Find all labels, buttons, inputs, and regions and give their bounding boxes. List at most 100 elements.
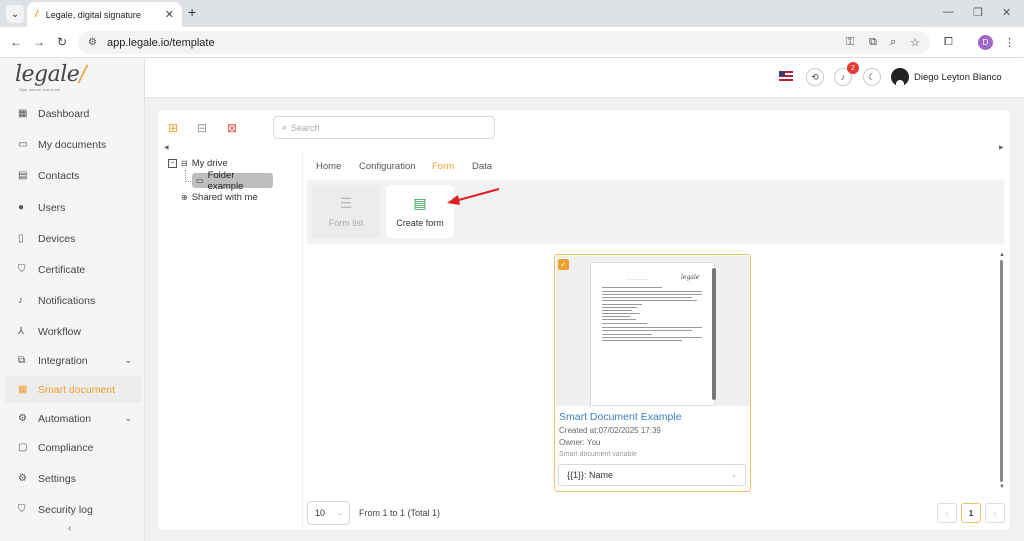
site-info-icon[interactable]: ⚙	[88, 37, 97, 48]
new-folder-icon[interactable]: ⊞	[168, 121, 178, 135]
sidebar-item-devices[interactable]: ▯ Devices	[5, 225, 142, 252]
page-1-button[interactable]: 1	[961, 503, 981, 523]
bookmark-star-icon[interactable]: ☆	[910, 36, 920, 49]
support-icon[interactable]: ⟲	[806, 68, 824, 86]
scrollbar-thumb[interactable]	[1000, 260, 1003, 482]
bell-icon: ♪	[18, 295, 23, 306]
globe-icon: ⊕	[181, 193, 188, 202]
us-flag-icon[interactable]	[779, 71, 793, 81]
minimize-icon[interactable]: —	[943, 6, 954, 18]
tree-item-shared[interactable]: ⊕ Shared with me	[181, 192, 258, 203]
search-input[interactable]: ⌕ Search	[273, 116, 495, 139]
user-avatar[interactable]	[891, 68, 909, 86]
search-icon: ⌕	[282, 122, 288, 132]
back-icon[interactable]: ←	[10, 35, 22, 49]
scroll-right-icon[interactable]: ▶	[999, 144, 1004, 151]
close-tab-icon[interactable]: ✕	[165, 8, 174, 21]
document-page: — — — — — — legale	[590, 262, 715, 406]
sidebar-item-label: My documents	[38, 138, 107, 151]
logo-tagline: Sign, secure and share	[19, 87, 61, 92]
browser-menu-icon[interactable]: ⋮	[1004, 36, 1015, 49]
form-list-button[interactable]: ☰ Form list	[312, 185, 380, 238]
delete-folder-icon[interactable]: ⊠	[227, 121, 237, 135]
key-icon[interactable]: ⚿	[846, 36, 854, 49]
address-bar-row: ← → ↻ ⚙ app.legale.io/template ⚿ ⧉ ⌕ ☆ ⧠…	[0, 27, 1024, 58]
browser-tab-strip: ⌄ / Legale, digital signature ✕ + — ❐ ✕	[0, 0, 1024, 27]
sidebar-item-automation[interactable]: ⚙ Automation ⌄	[5, 405, 142, 432]
sidebar-item-security-log[interactable]: ⛉ Security log	[5, 496, 142, 523]
page-size-select[interactable]: 10 ⌄	[307, 501, 350, 525]
sidebar-item-contacts[interactable]: ▤ Contacts	[5, 162, 142, 189]
form-document-icon: ▤	[413, 195, 427, 211]
sidebar-item-label: Integration	[38, 354, 88, 367]
page-size-value: 10	[315, 508, 326, 518]
tab-configuration[interactable]: Configuration	[359, 161, 416, 172]
tree-item-my-drive[interactable]: ⊟ My drive	[181, 158, 228, 169]
document-title[interactable]: Smart Document Example	[559, 411, 682, 423]
zoom-icon[interactable]: ⌕	[890, 36, 896, 49]
notification-badge: 2	[847, 62, 859, 74]
sidebar-item-integration[interactable]: ⧉ Integration ⌄	[5, 347, 142, 374]
move-folder-icon[interactable]: ⊟	[197, 121, 207, 135]
tree-item-folder-example[interactable]: ▭ Folder example	[192, 170, 273, 192]
sidebar-item-label: Notifications	[38, 294, 96, 307]
panel-divider	[302, 152, 303, 530]
tab-search-icon[interactable]: ⌄	[6, 5, 24, 23]
sidebar-item-compliance[interactable]: ▢ Compliance	[5, 434, 142, 461]
form-list-label: Form list	[328, 218, 364, 228]
variable-select[interactable]: {{1}}: Name ⌄	[558, 464, 746, 486]
sidebar-item-certificate[interactable]: ⛉ Certificate	[5, 256, 142, 283]
list-scrollbar[interactable]: ▲ ▼	[999, 252, 1005, 492]
tab-home[interactable]: Home	[316, 161, 341, 172]
tab-data[interactable]: Data	[472, 161, 492, 172]
install-icon[interactable]: ⧉	[869, 36, 877, 49]
gear-icon: ⚙	[18, 473, 27, 484]
restore-icon[interactable]: ❐	[973, 6, 983, 19]
sidebar-item-settings[interactable]: ⚙ Settings	[5, 465, 142, 492]
folder-icon: ▭	[196, 176, 204, 185]
sidebar-item-my-documents[interactable]: ▭ My documents	[5, 131, 142, 158]
sidebar-item-dashboard[interactable]: ▦ Dashboard	[5, 100, 142, 127]
sidebar-item-label: Devices	[38, 232, 76, 245]
next-page-button[interactable]: ›	[985, 503, 1005, 523]
sidebar-item-users[interactable]: ● Users	[5, 194, 142, 221]
sidebar-item-smart-document[interactable]: ▦ Smart document	[5, 376, 142, 403]
logo-text: legale	[15, 62, 80, 87]
scroll-up-icon[interactable]: ▲	[999, 252, 1005, 258]
document-preview[interactable]: — — — — — — legale	[556, 256, 750, 406]
chevron-down-icon: ⌄	[731, 472, 737, 479]
scroll-down-icon[interactable]: ▼	[999, 484, 1005, 490]
new-tab-icon[interactable]: +	[188, 4, 196, 20]
forward-icon[interactable]: →	[33, 35, 45, 49]
theme-toggle-icon[interactable]: ☾	[863, 68, 881, 86]
extensions-icon[interactable]: ⧠	[944, 36, 953, 49]
tree-connector	[185, 170, 191, 182]
sidebar-item-label: Workflow	[38, 325, 81, 338]
dashboard-icon: ▦	[18, 108, 28, 119]
chevron-down-icon: ⌄	[124, 413, 132, 423]
document-created: Created at:07/02/2025 17:39	[559, 426, 661, 435]
sidebar-item-label: Users	[38, 201, 66, 214]
legale-logo[interactable]: legale/	[15, 62, 87, 87]
selected-check-icon[interactable]: ✓	[558, 259, 569, 270]
collapse-sidebar-icon[interactable]: ‹	[68, 523, 71, 534]
tab-form[interactable]: Form	[432, 161, 454, 172]
url-field[interactable]: ⚙ app.legale.io/template	[78, 31, 930, 54]
variable-label: Smart document variable	[559, 451, 637, 458]
tree-label: Folder example	[207, 169, 244, 192]
sidebar-item-workflow[interactable]: ⅄ Workflow	[5, 318, 142, 345]
reload-icon[interactable]: ↻	[57, 35, 67, 49]
preview-scrollbar[interactable]	[712, 268, 716, 400]
sidebar-item-label: Dashboard	[38, 107, 90, 120]
create-form-button[interactable]: ▤ Create form	[386, 185, 454, 238]
automation-icon: ⚙	[18, 413, 27, 424]
prev-page-button[interactable]: ‹	[937, 503, 957, 523]
page-logo-icon: legale	[681, 274, 700, 281]
browser-tab[interactable]: / Legale, digital signature ✕	[27, 2, 182, 27]
user-name[interactable]: Diego Leyton Blanco	[914, 72, 1002, 83]
window-close-icon[interactable]: ✕	[1002, 6, 1011, 19]
collapse-tree-icon[interactable]: −	[168, 159, 177, 168]
scroll-left-icon[interactable]: ◀	[164, 144, 169, 151]
profile-avatar[interactable]: D	[978, 35, 993, 50]
sidebar-item-notifications[interactable]: ♪ Notifications	[5, 287, 142, 314]
